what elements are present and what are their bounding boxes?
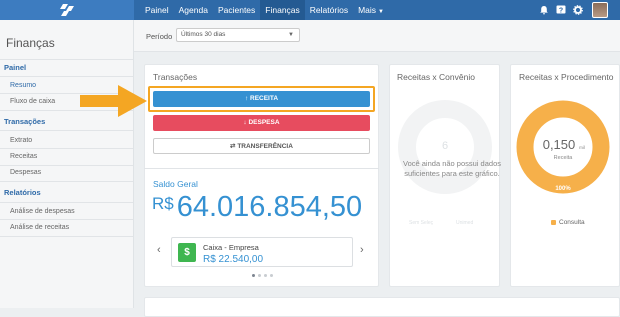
procedimento-title: Receitas x Procedimento — [519, 72, 614, 82]
help-icon[interactable]: ? — [556, 5, 566, 15]
sidebar-item-receitas[interactable]: Receitas — [10, 153, 37, 160]
convenio-faded-value: 6 — [442, 140, 449, 152]
sidebar-item-analise-despesas[interactable]: Análise de despesas — [10, 208, 75, 215]
divider — [0, 219, 133, 220]
convenio-title: Receitas x Convênio — [397, 72, 475, 82]
sidebar-title: Finanças — [6, 36, 55, 50]
account-name: Caixa - Empresa — [203, 243, 259, 252]
account-card[interactable]: $ Caixa - Empresa R$ 22.540,00 — [171, 237, 353, 267]
divider — [0, 130, 133, 131]
nav-pacientes[interactable]: Pacientes — [213, 0, 260, 20]
period-select[interactable]: Últimos 30 dias ▼ — [176, 28, 300, 42]
saldo-amount: 64.016.854,50 — [176, 191, 363, 223]
sidebar-item-resumo[interactable]: Resumo — [10, 82, 36, 89]
divider — [0, 181, 133, 182]
carousel-dot[interactable] — [258, 274, 261, 277]
svg-text:?: ? — [559, 7, 563, 14]
procedimento-legend: Consulta — [551, 219, 585, 226]
chevron-down-icon: ▼ — [288, 32, 294, 38]
divider — [0, 236, 133, 237]
gear-icon[interactable] — [573, 5, 583, 15]
procedimento-donut-chart: 0,150 mil Receita 100% — [516, 100, 610, 194]
sidebar-item-fluxo-de-caixa[interactable]: Fluxo de caixa — [10, 98, 55, 105]
transacoes-title: Transações — [153, 72, 198, 82]
donut-center-value: 0,150 — [543, 137, 576, 152]
period-label: Período — [146, 32, 173, 41]
main-nav: Painel Agenda Pacientes Finanças Relatór… — [140, 0, 389, 20]
pointer-arrow-icon — [80, 85, 147, 117]
nav-mais[interactable]: Mais ▼ — [353, 0, 389, 20]
app-logo[interactable] — [60, 3, 74, 17]
logo-area — [0, 0, 134, 20]
bell-icon[interactable] — [539, 5, 549, 15]
transferencia-label: TRANSFERÊNCIA — [237, 143, 293, 150]
top-icons: ? — [539, 0, 608, 20]
nav-painel[interactable]: Painel — [140, 0, 174, 20]
despesa-label: DESPESA — [248, 119, 280, 126]
sidebar-section-transacoes[interactable]: Transações — [4, 117, 45, 126]
donut-center-label: Receita — [554, 155, 574, 161]
account-value: R$ 22.540,00 — [203, 254, 264, 265]
saldo-currency: R$ — [152, 194, 174, 213]
carousel-dot[interactable] — [264, 274, 267, 277]
transferencia-button[interactable]: ⇄ TRANSFERÊNCIA — [153, 138, 370, 154]
nav-mais-label: Mais — [358, 5, 377, 15]
sidebar-item-extrato[interactable]: Extrato — [10, 137, 32, 144]
convenio-faded-legend-1: Sem Seleç — [409, 220, 434, 226]
legend-label: Consulta — [559, 219, 585, 226]
carousel-dot[interactable] — [252, 274, 255, 277]
saldo-geral-label: Saldo Geral — [153, 179, 198, 189]
carousel-dot[interactable] — [270, 274, 273, 277]
nav-agenda[interactable]: Agenda — [174, 0, 213, 20]
carousel-dots — [252, 274, 273, 277]
sidebar-item-analise-receitas[interactable]: Análise de receitas — [10, 224, 69, 231]
sidebar-item-despesas[interactable]: Despesas — [10, 169, 41, 176]
saldo-geral-value: R$ 64.016.854,50 — [152, 191, 362, 224]
nav-relatorios[interactable]: Relatórios — [305, 0, 353, 20]
money-bag-icon: $ — [178, 243, 196, 262]
legend-swatch — [551, 220, 556, 225]
convenio-faded-legend-2: Unimed — [456, 220, 474, 226]
sidebar: Finanças Painel Resumo Fluxo de caixa Tr… — [0, 20, 134, 308]
divider — [0, 202, 133, 203]
convenio-empty-message: Você ainda não possui dados suficientes … — [403, 159, 501, 178]
divider — [0, 76, 133, 77]
pie-slice-label: 100% — [555, 186, 571, 192]
bottom-card — [144, 297, 620, 317]
nav-financas[interactable]: Finanças — [260, 0, 305, 20]
donut-center-unit: mil — [579, 145, 585, 150]
user-avatar[interactable] — [592, 2, 608, 18]
divider — [0, 59, 133, 60]
sidebar-section-painel[interactable]: Painel — [4, 63, 26, 72]
despesa-button[interactable]: ↓ DESPESA — [153, 115, 370, 131]
carousel-next-icon[interactable]: › — [360, 244, 364, 256]
carousel-prev-icon[interactable]: ‹ — [157, 244, 161, 256]
divider — [0, 148, 133, 149]
divider — [0, 165, 133, 166]
receita-highlight — [148, 86, 375, 112]
sidebar-section-relatorios[interactable]: Relatórios — [4, 188, 41, 197]
chevron-down-icon: ▼ — [378, 9, 384, 15]
divider — [144, 168, 379, 169]
period-select-value: Últimos 30 dias — [181, 31, 226, 38]
